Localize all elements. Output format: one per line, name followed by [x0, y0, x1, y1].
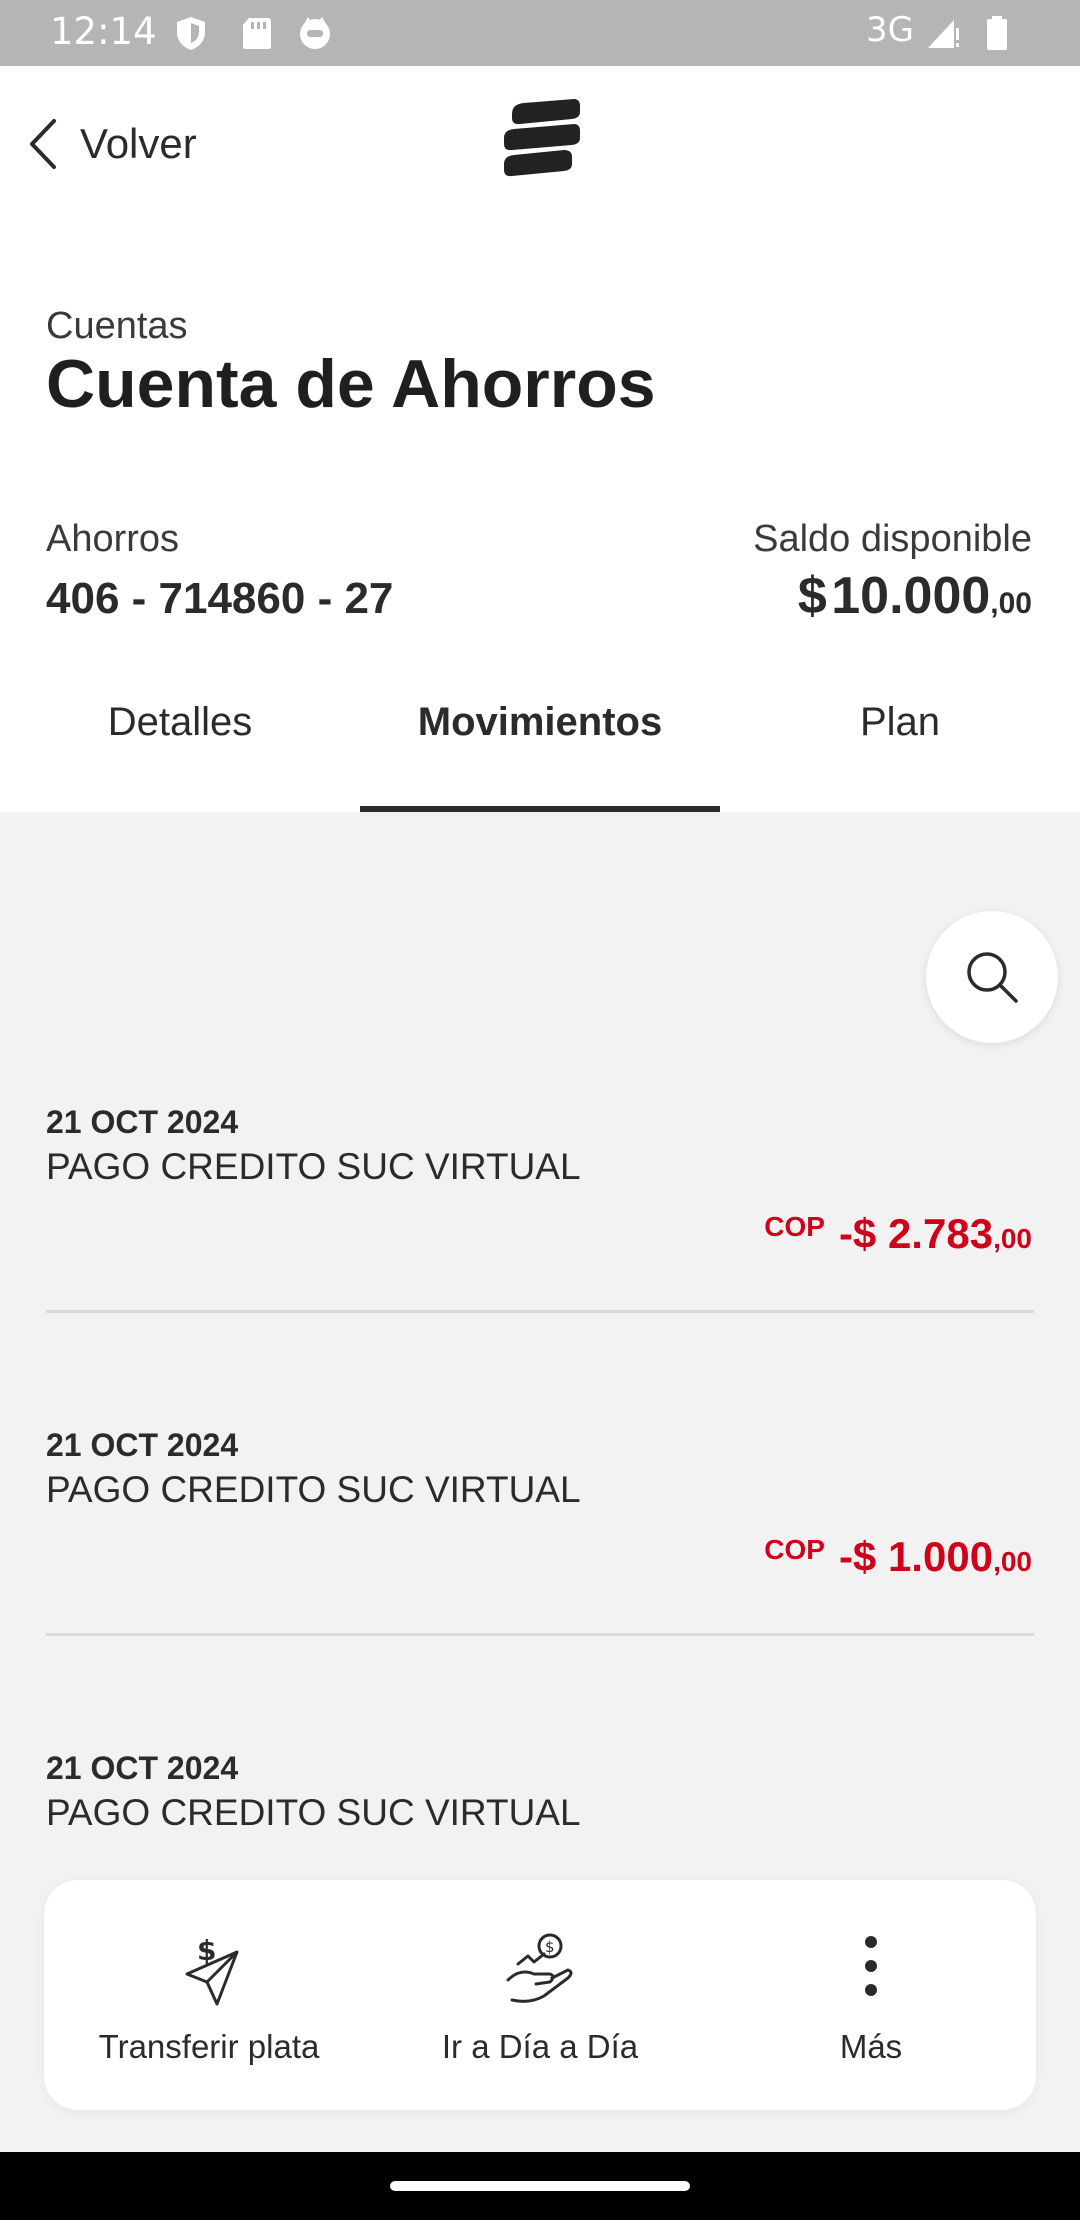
transaction-amount: COP -$ 1.000,00: [764, 1533, 1032, 1581]
svg-text:$: $: [545, 1938, 555, 1956]
balance-integer: 10.000: [831, 567, 991, 625]
account-number: 406 - 714860 - 27: [46, 574, 394, 623]
home-gesture-handle[interactable]: [390, 2181, 690, 2191]
transaction-date: 21 OCT 2024: [46, 1750, 239, 1786]
system-nav-bar: [0, 2152, 1080, 2220]
transaction-item[interactable]: 21 OCT 2024 PAGO CREDITO SUC VIRTUAL COP…: [46, 1427, 1034, 1750]
more-label: Más: [839, 2028, 903, 2065]
account-type: Ahorros: [46, 518, 180, 560]
signal-icon: [928, 20, 959, 48]
shield-icon: [177, 17, 205, 50]
transaction-description: PAGO CREDITO SUC VIRTUAL: [46, 1146, 581, 1187]
tab-movimientos[interactable]: Movimientos: [360, 680, 720, 812]
balance-label: Saldo disponible: [753, 518, 1032, 560]
account-tabs: Detalles Movimientos Plan: [0, 680, 1080, 812]
dia-a-dia-button[interactable]: $ Ir a Día a Día: [375, 1880, 705, 2110]
transaction-amount: COP -$ 2.783,00: [764, 1210, 1032, 1258]
dia-a-dia-label: Ir a Día a Día: [441, 2028, 639, 2065]
amount-decimal: ,00: [993, 1546, 1032, 1577]
currency-code: COP: [764, 1534, 825, 1565]
currency-code: COP: [764, 1211, 825, 1242]
tab-plan[interactable]: Plan: [720, 680, 1080, 812]
battery-icon: [987, 16, 1007, 50]
hand-money-icon: $: [506, 1933, 573, 2003]
status-time: 12:14: [50, 10, 157, 53]
svg-text:$: $: [197, 1934, 216, 1967]
transaction-description: PAGO CREDITO SUC VIRTUAL: [46, 1792, 581, 1833]
transfer-money-label: Transferir plata: [98, 2028, 320, 2065]
cat-face-icon: [300, 17, 330, 49]
amount-integer: -$ 1.000: [838, 1533, 994, 1580]
app-header: Volver: [0, 66, 1080, 221]
tab-detalles[interactable]: Detalles: [0, 680, 360, 812]
balance-currency: $: [797, 567, 827, 625]
balance-decimal: ,00: [990, 587, 1032, 620]
breadcrumb: Cuentas: [46, 305, 188, 347]
page-title: Cuenta de Ahorros: [46, 346, 656, 422]
back-button[interactable]: Volver: [26, 114, 197, 174]
network-type: 3G: [866, 10, 914, 50]
send-money-icon: $: [185, 1934, 239, 2006]
back-label: Volver: [80, 120, 197, 167]
amount-integer: -$ 2.783: [838, 1210, 994, 1257]
bank-logo-icon: [504, 99, 580, 177]
divider: [46, 1633, 1034, 1636]
more-vertical-icon: [865, 1936, 877, 1996]
search-button[interactable]: [926, 911, 1058, 1043]
transaction-date: 21 OCT 2024: [46, 1427, 239, 1463]
status-bar: 12:14 3G: [0, 0, 1080, 66]
more-button[interactable]: Más: [706, 1880, 1036, 2110]
divider: [46, 1310, 1034, 1313]
search-icon: [967, 952, 1018, 1003]
sd-card-icon: [243, 18, 271, 49]
quick-actions-bar: $ Transferir plata $ Ir a Día a Día Más: [44, 1880, 1036, 2110]
transfer-money-button[interactable]: $ Transferir plata: [44, 1880, 374, 2110]
amount-decimal: ,00: [993, 1223, 1032, 1254]
transaction-description: PAGO CREDITO SUC VIRTUAL: [46, 1469, 581, 1510]
transaction-date: 21 OCT 2024: [46, 1104, 239, 1140]
transaction-item[interactable]: 21 OCT 2024 PAGO CREDITO SUC VIRTUAL COP…: [46, 1104, 1034, 1427]
available-balance: $ 10.000,00: [798, 566, 1032, 626]
chevron-left-icon: [30, 119, 56, 169]
